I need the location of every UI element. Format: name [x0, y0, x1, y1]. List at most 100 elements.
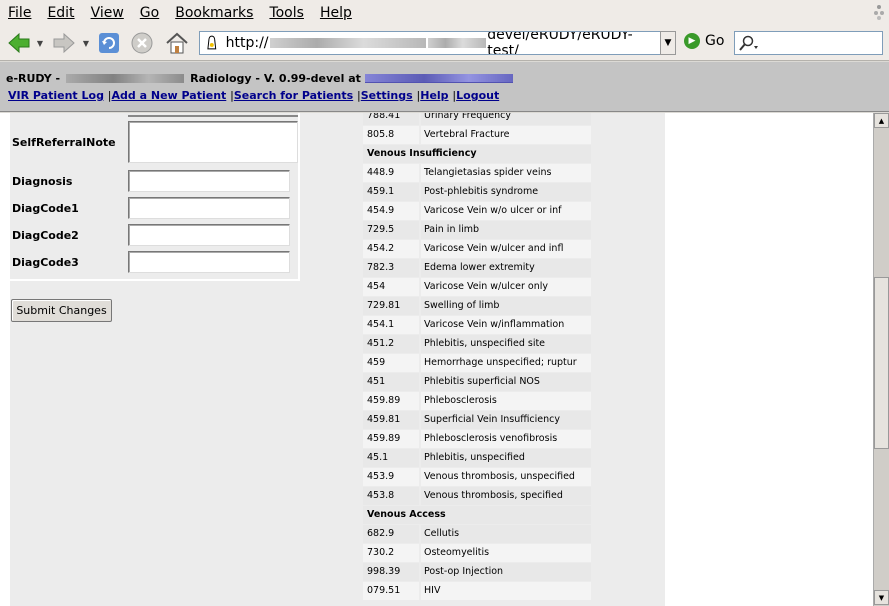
field-divider — [128, 113, 298, 117]
link-add-new-patient[interactable]: Add a New Patient — [112, 89, 227, 102]
code-description: Hemorrhage unspecified; ruptur — [421, 354, 591, 372]
reload-button[interactable] — [95, 28, 123, 58]
selfreferralnote-textarea[interactable] — [128, 121, 298, 163]
code-value: 459.1 — [363, 183, 419, 201]
link-help[interactable]: Help — [420, 89, 448, 102]
menu-view[interactable]: View — [91, 5, 124, 21]
code-value: 454 — [363, 278, 419, 296]
code-description: Edema lower extremity — [421, 259, 591, 277]
code-description: Phlebosclerosis venofibrosis — [421, 430, 591, 448]
throbber-icon — [874, 5, 884, 20]
menu-tools[interactable]: Tools — [269, 5, 304, 21]
menu-edit[interactable]: Edit — [47, 5, 74, 21]
diagnosis-input[interactable] — [128, 170, 290, 192]
code-row: 788.41 Urinary Frequency — [363, 113, 591, 125]
code-value: 682.9 — [363, 525, 419, 543]
code-value: 45.1 — [363, 449, 419, 467]
code-value: 459.89 — [363, 430, 419, 448]
menu-file[interactable]: File — [8, 5, 31, 21]
code-row: 459 Hemorrhage unspecified; ruptur — [363, 354, 591, 372]
site-identity-icon — [207, 35, 217, 50]
code-description: Urinary Frequency — [421, 113, 591, 125]
menu-go[interactable]: Go — [140, 5, 159, 21]
url-redacted — [427, 38, 487, 48]
go-button[interactable]: ▶ Go — [684, 33, 724, 49]
menu-bar: File Edit View Go Bookmarks Tools Help — [0, 0, 889, 25]
code-value: 453.9 — [363, 468, 419, 486]
code-row: 454 Varicose Vein w/ulcer only — [363, 278, 591, 296]
stop-button[interactable] — [128, 28, 156, 58]
code-description: Swelling of limb — [421, 297, 591, 315]
field-label-diagcode1: DiagCode1 — [12, 202, 79, 215]
field-label-diagcode2: DiagCode2 — [12, 229, 79, 242]
diagcode2-input[interactable] — [128, 224, 290, 246]
code-value: 459.89 — [363, 392, 419, 410]
code-description: Varicose Vein w/inflammation — [421, 316, 591, 334]
back-history-dropdown[interactable]: ▼ — [35, 28, 45, 58]
url-prefix: http:// — [225, 35, 269, 51]
code-value: 448.9 — [363, 164, 419, 182]
submit-changes-button[interactable]: Submit Changes — [11, 299, 112, 322]
code-value: 788.41 — [363, 113, 419, 125]
code-section-heading: Venous Insufficiency — [363, 145, 591, 163]
diagcode3-input[interactable] — [128, 251, 290, 273]
code-description: Phlebitis superficial NOS — [421, 373, 591, 391]
field-label-selfreferralnote: SelfReferralNote — [12, 136, 116, 149]
link-search-patients[interactable]: Search for Patients — [234, 89, 353, 102]
code-row: 459.81 Superficial Vein Insufficiency — [363, 411, 591, 429]
code-value: 451 — [363, 373, 419, 391]
vertical-scrollbar[interactable]: ▲ ▼ — [873, 113, 889, 606]
url-bar[interactable]: http:// devel/eRUDY/eRUDY-test/ — [199, 31, 661, 55]
app-title: e-RUDY - Radiology - V. 0.99-devel at — [6, 72, 513, 85]
code-description: Varicose Vein w/o ulcer or inf — [421, 202, 591, 220]
link-settings[interactable]: Settings — [361, 89, 413, 102]
forward-arrow-icon — [53, 32, 75, 54]
code-section-heading: Venous Access — [363, 506, 591, 524]
url-path: devel/eRUDY/eRUDY-test/ — [487, 31, 633, 55]
chevron-down-icon: ▼ — [82, 38, 90, 48]
code-row: 453.9 Venous thrombosis, unspecified — [363, 468, 591, 486]
code-description: Superficial Vein Insufficiency — [421, 411, 591, 429]
code-row: 45.1 Phlebitis, unspecified — [363, 449, 591, 467]
search-icon — [739, 35, 758, 51]
code-row: 454.1 Varicose Vein w/inflammation — [363, 316, 591, 334]
app-header: e-RUDY - Radiology - V. 0.99-devel at VI… — [0, 62, 889, 112]
scrollbar-thumb[interactable] — [874, 277, 889, 449]
code-row: 682.9 Cellutis — [363, 525, 591, 543]
page-content: SelfReferralNote Diagnosis DiagCode1 Dia… — [0, 113, 873, 606]
code-description: Cellutis — [421, 525, 591, 543]
code-description: Varicose Vein w/ulcer only — [421, 278, 591, 296]
form-table: SelfReferralNote Diagnosis DiagCode1 Dia… — [10, 113, 300, 281]
code-value: 451.2 — [363, 335, 419, 353]
menu-bookmarks[interactable]: Bookmarks — [175, 5, 253, 21]
code-description: Venous thrombosis, unspecified — [421, 468, 591, 486]
back-button[interactable] — [6, 28, 32, 58]
code-description: Phlebitis, unspecified — [421, 449, 591, 467]
code-description: Post-phlebitis syndrome — [421, 183, 591, 201]
home-button[interactable] — [162, 28, 192, 58]
code-value: 998.39 — [363, 563, 419, 581]
code-row: 729.81 Swelling of limb — [363, 297, 591, 315]
reload-icon — [99, 33, 119, 53]
field-label-diagcode3: DiagCode3 — [12, 256, 79, 269]
link-logout[interactable]: Logout — [456, 89, 499, 102]
diagcode1-input[interactable] — [128, 197, 290, 219]
home-icon — [166, 32, 188, 54]
scroll-up-button[interactable]: ▲ — [874, 113, 889, 128]
chevron-down-icon: ▼ — [878, 593, 885, 602]
redacted-link[interactable] — [364, 74, 513, 83]
forward-history-dropdown[interactable]: ▼ — [81, 28, 91, 58]
url-history-dropdown[interactable]: ▼ — [660, 31, 676, 55]
code-description: Telangietasias spider veins — [421, 164, 591, 182]
code-value: 459.81 — [363, 411, 419, 429]
link-vir-patient-log[interactable]: VIR Patient Log — [8, 89, 104, 102]
code-value: 805.8 — [363, 126, 419, 144]
code-description: Pain in limb — [421, 221, 591, 239]
forward-button[interactable] — [50, 28, 78, 58]
code-value: 079.51 — [363, 582, 419, 600]
search-input[interactable] — [734, 31, 883, 55]
scroll-down-button[interactable]: ▼ — [874, 590, 889, 605]
menu-help[interactable]: Help — [320, 5, 352, 21]
stop-icon — [131, 32, 153, 54]
code-description: Phlebitis, unspecified site — [421, 335, 591, 353]
